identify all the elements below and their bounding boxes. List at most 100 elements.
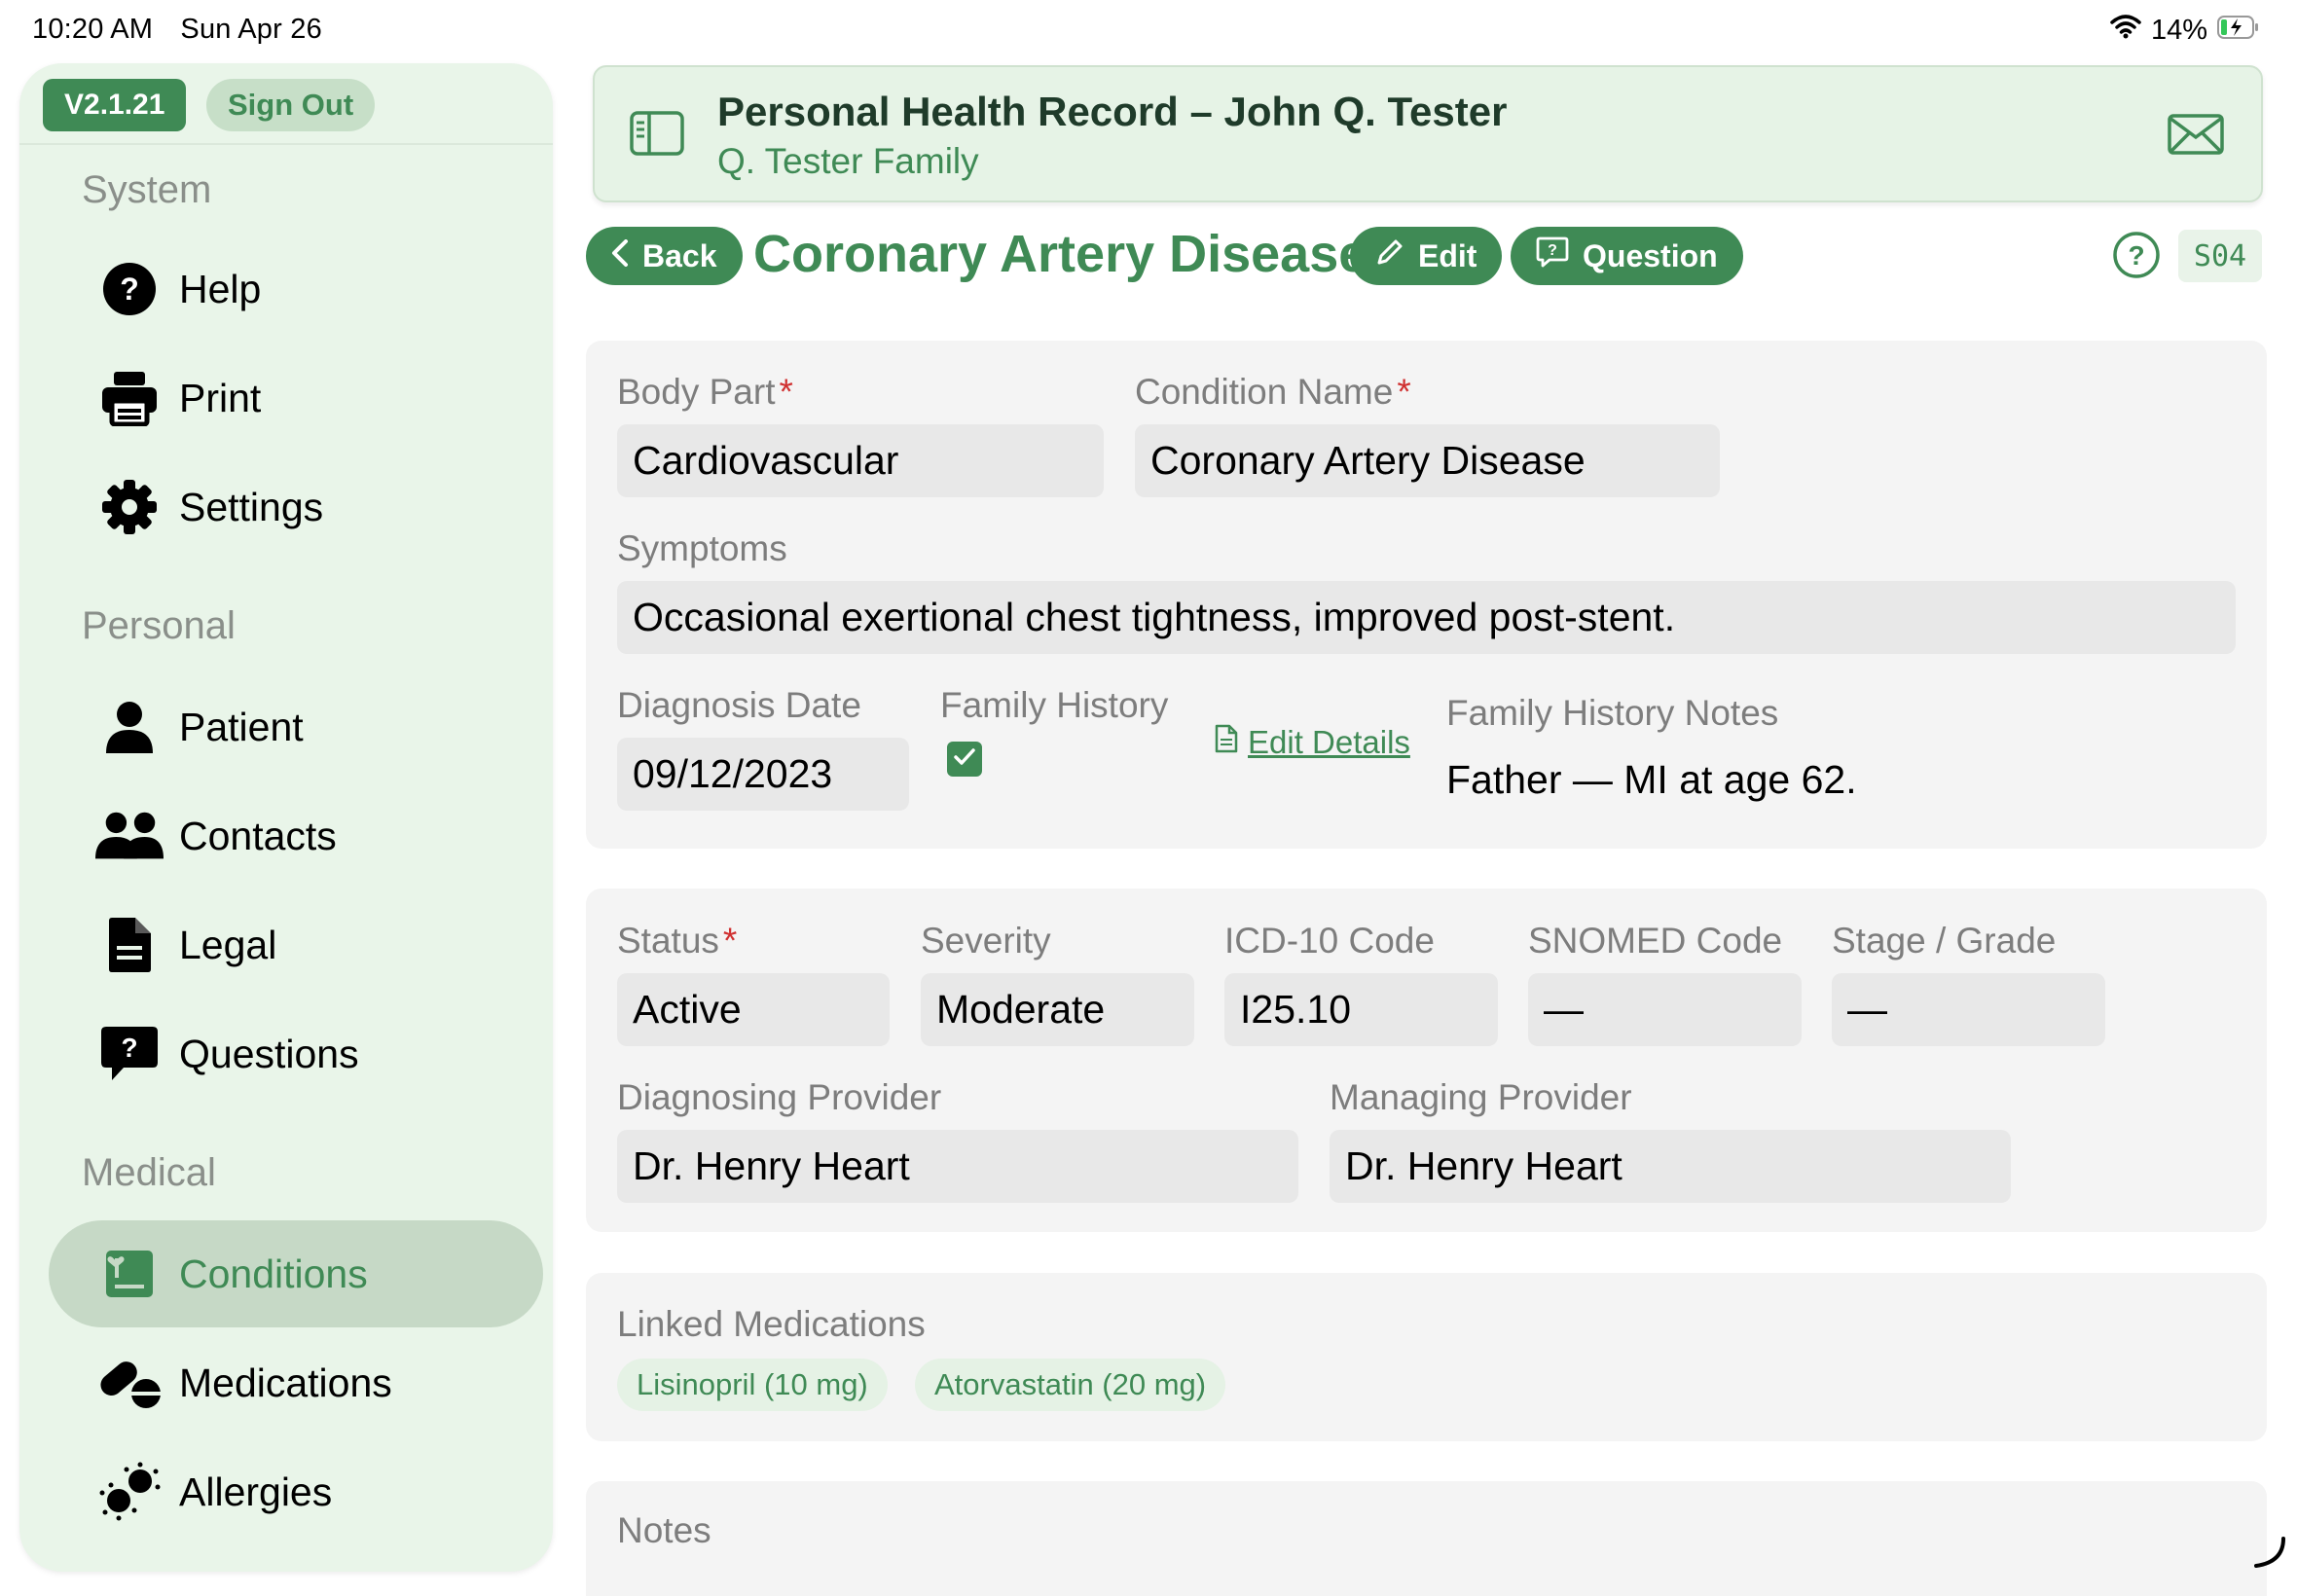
edit-details-link[interactable]: Edit Details <box>1215 724 1410 761</box>
chevron-left-icon <box>611 238 629 274</box>
screen-code-badge: S04 <box>2178 230 2262 282</box>
sidebar-item-label: Settings <box>179 484 324 529</box>
medication-chip[interactable]: Atorvastatin (20 mg) <box>915 1359 1226 1411</box>
question-button[interactable]: ? Question <box>1511 227 1743 285</box>
pills-icon <box>95 1349 164 1417</box>
question-bubble-icon: ? <box>1536 236 1569 275</box>
linked-medications-label: Linked Medications <box>617 1304 926 1344</box>
sidebar-item-patient[interactable]: Patient <box>49 673 543 780</box>
svg-text:?: ? <box>2128 240 2144 271</box>
symptoms-label: Symptoms <box>617 528 787 568</box>
family-history-notes-value: Father — MI at age 62. <box>1446 757 1857 802</box>
diagnosing-provider-field[interactable]: Dr. Henry Heart <box>617 1130 1298 1203</box>
body-part-label: Body Part * <box>617 372 793 412</box>
sidebar-item-medications[interactable]: Medications <box>49 1329 543 1436</box>
question-bubble-icon: ? <box>95 1020 164 1088</box>
managing-provider-label: Managing Provider <box>1330 1077 1632 1117</box>
edit-label: Edit <box>1418 237 1477 273</box>
sidebar-item-contacts[interactable]: Contacts <box>49 782 543 889</box>
section-header-personal: Personal <box>82 604 236 647</box>
document-icon <box>1215 724 1238 761</box>
mail-icon[interactable] <box>2168 114 2224 160</box>
sidebar-item-label: Medications <box>179 1360 392 1405</box>
sidebar-top-bar: V2.1.21 Sign Out <box>19 63 553 145</box>
diagnosing-provider-label: Diagnosing Provider <box>617 1077 942 1117</box>
stage-field[interactable]: — <box>1832 973 2105 1046</box>
status-time-date: 10:20 AM Sun Apr 26 <box>32 14 342 46</box>
body-part-field[interactable]: Cardiovascular <box>617 424 1104 497</box>
sidebar-item-label: Print <box>179 375 262 420</box>
sidebar-item-allergies[interactable]: Allergies <box>49 1438 543 1545</box>
family-history-notes-label: Family History Notes <box>1446 693 1779 733</box>
wifi-icon <box>2110 14 2141 47</box>
pencil-icon <box>1375 237 1404 274</box>
battery-charging-icon <box>2217 15 2260 47</box>
sidebar-item-label: Patient <box>179 704 304 749</box>
svg-text:?: ? <box>120 272 139 307</box>
document-icon <box>95 911 164 979</box>
edit-button[interactable]: Edit <box>1350 227 1503 285</box>
icd10-label: ICD-10 Code <box>1224 921 1435 961</box>
medication-chip[interactable]: Lisinopril (10 mg) <box>617 1359 888 1411</box>
sidebar: V2.1.21 Sign Out System ? Help Print Set… <box>19 63 553 1572</box>
sidebar-toggle-icon[interactable] <box>630 111 684 161</box>
help-circle-icon[interactable]: ? <box>2112 231 2161 284</box>
person-icon <box>95 693 164 761</box>
sidebar-item-label: Conditions <box>179 1251 368 1296</box>
svg-text:?: ? <box>1548 242 1557 259</box>
version-badge: V2.1.21 <box>43 79 187 131</box>
family-history-label: Family History <box>940 685 1169 725</box>
allergens-icon <box>95 1458 164 1526</box>
condition-name-field[interactable]: Coronary Artery Disease <box>1135 424 1720 497</box>
record-family: Q. Tester Family <box>717 141 979 181</box>
severity-label: Severity <box>921 921 1051 961</box>
sidebar-item-print[interactable]: Print <box>49 345 543 452</box>
help-icon: ? <box>95 255 164 323</box>
severity-field[interactable]: Moderate <box>921 973 1194 1046</box>
question-label: Question <box>1583 237 1718 273</box>
svg-text:?: ? <box>121 1033 137 1063</box>
symptoms-field[interactable]: Occasional exertional chest tightness, i… <box>617 581 2236 654</box>
back-button[interactable]: Back <box>586 227 743 285</box>
record-title: Personal Health Record – John Q. Tester <box>717 89 1508 134</box>
classification-card: Status * Active Severity Moderate ICD-10 … <box>586 889 2267 1232</box>
people-icon <box>95 802 164 870</box>
sidebar-item-legal[interactable]: Legal <box>49 891 543 998</box>
gear-icon <box>95 473 164 541</box>
snomed-label: SNOMED Code <box>1528 921 1783 961</box>
status-date: Sun Apr 26 <box>180 14 322 45</box>
managing-provider-field[interactable]: Dr. Henry Heart <box>1330 1130 2011 1203</box>
battery-percent: 14% <box>2150 14 2207 46</box>
diagnosis-date-field[interactable]: 09/12/2023 <box>617 738 909 811</box>
edit-details-label: Edit Details <box>1248 724 1410 760</box>
record-header-banner: Personal Health Record – John Q. Tester … <box>593 65 2263 202</box>
icd10-field[interactable]: I25.10 <box>1224 973 1498 1046</box>
notes-card: Notes <box>586 1481 2267 1596</box>
notes-label: Notes <box>617 1510 711 1550</box>
status-label: Status * <box>617 921 738 961</box>
family-history-checkbox[interactable] <box>947 742 982 777</box>
conditions-icon <box>95 1240 164 1308</box>
sidebar-item-label: Contacts <box>179 813 337 858</box>
printer-icon <box>95 364 164 432</box>
condition-basics-card: Body Part * Cardiovascular Condition Name… <box>586 341 2267 849</box>
sidebar-item-help[interactable]: ? Help <box>49 236 543 343</box>
sidebar-item-questions[interactable]: ? Questions <box>49 1000 543 1107</box>
stage-label: Stage / Grade <box>1832 921 2057 961</box>
checkmark-icon <box>953 746 976 773</box>
status-bar: 10:20 AM Sun Apr 26 14% <box>0 0 2297 58</box>
sign-out-button[interactable]: Sign Out <box>206 79 376 131</box>
sidebar-item-label: Questions <box>179 1031 359 1076</box>
linked-medications-card: Linked Medications Lisinopril (10 mg) At… <box>586 1273 2267 1441</box>
resize-handle-icon[interactable] <box>2248 1533 2287 1577</box>
sidebar-item-label: Allergies <box>179 1469 333 1514</box>
section-header-system: System <box>82 168 212 211</box>
status-indicators: 14% <box>2110 14 2260 47</box>
page-title: Coronary Artery Disease <box>753 225 1368 283</box>
sidebar-item-conditions[interactable]: Conditions <box>49 1220 543 1327</box>
section-header-medical: Medical <box>82 1151 216 1194</box>
snomed-field[interactable]: — <box>1528 973 1802 1046</box>
sidebar-item-settings[interactable]: Settings <box>49 453 543 561</box>
condition-name-label: Condition Name * <box>1135 372 1411 412</box>
status-field[interactable]: Active <box>617 973 890 1046</box>
